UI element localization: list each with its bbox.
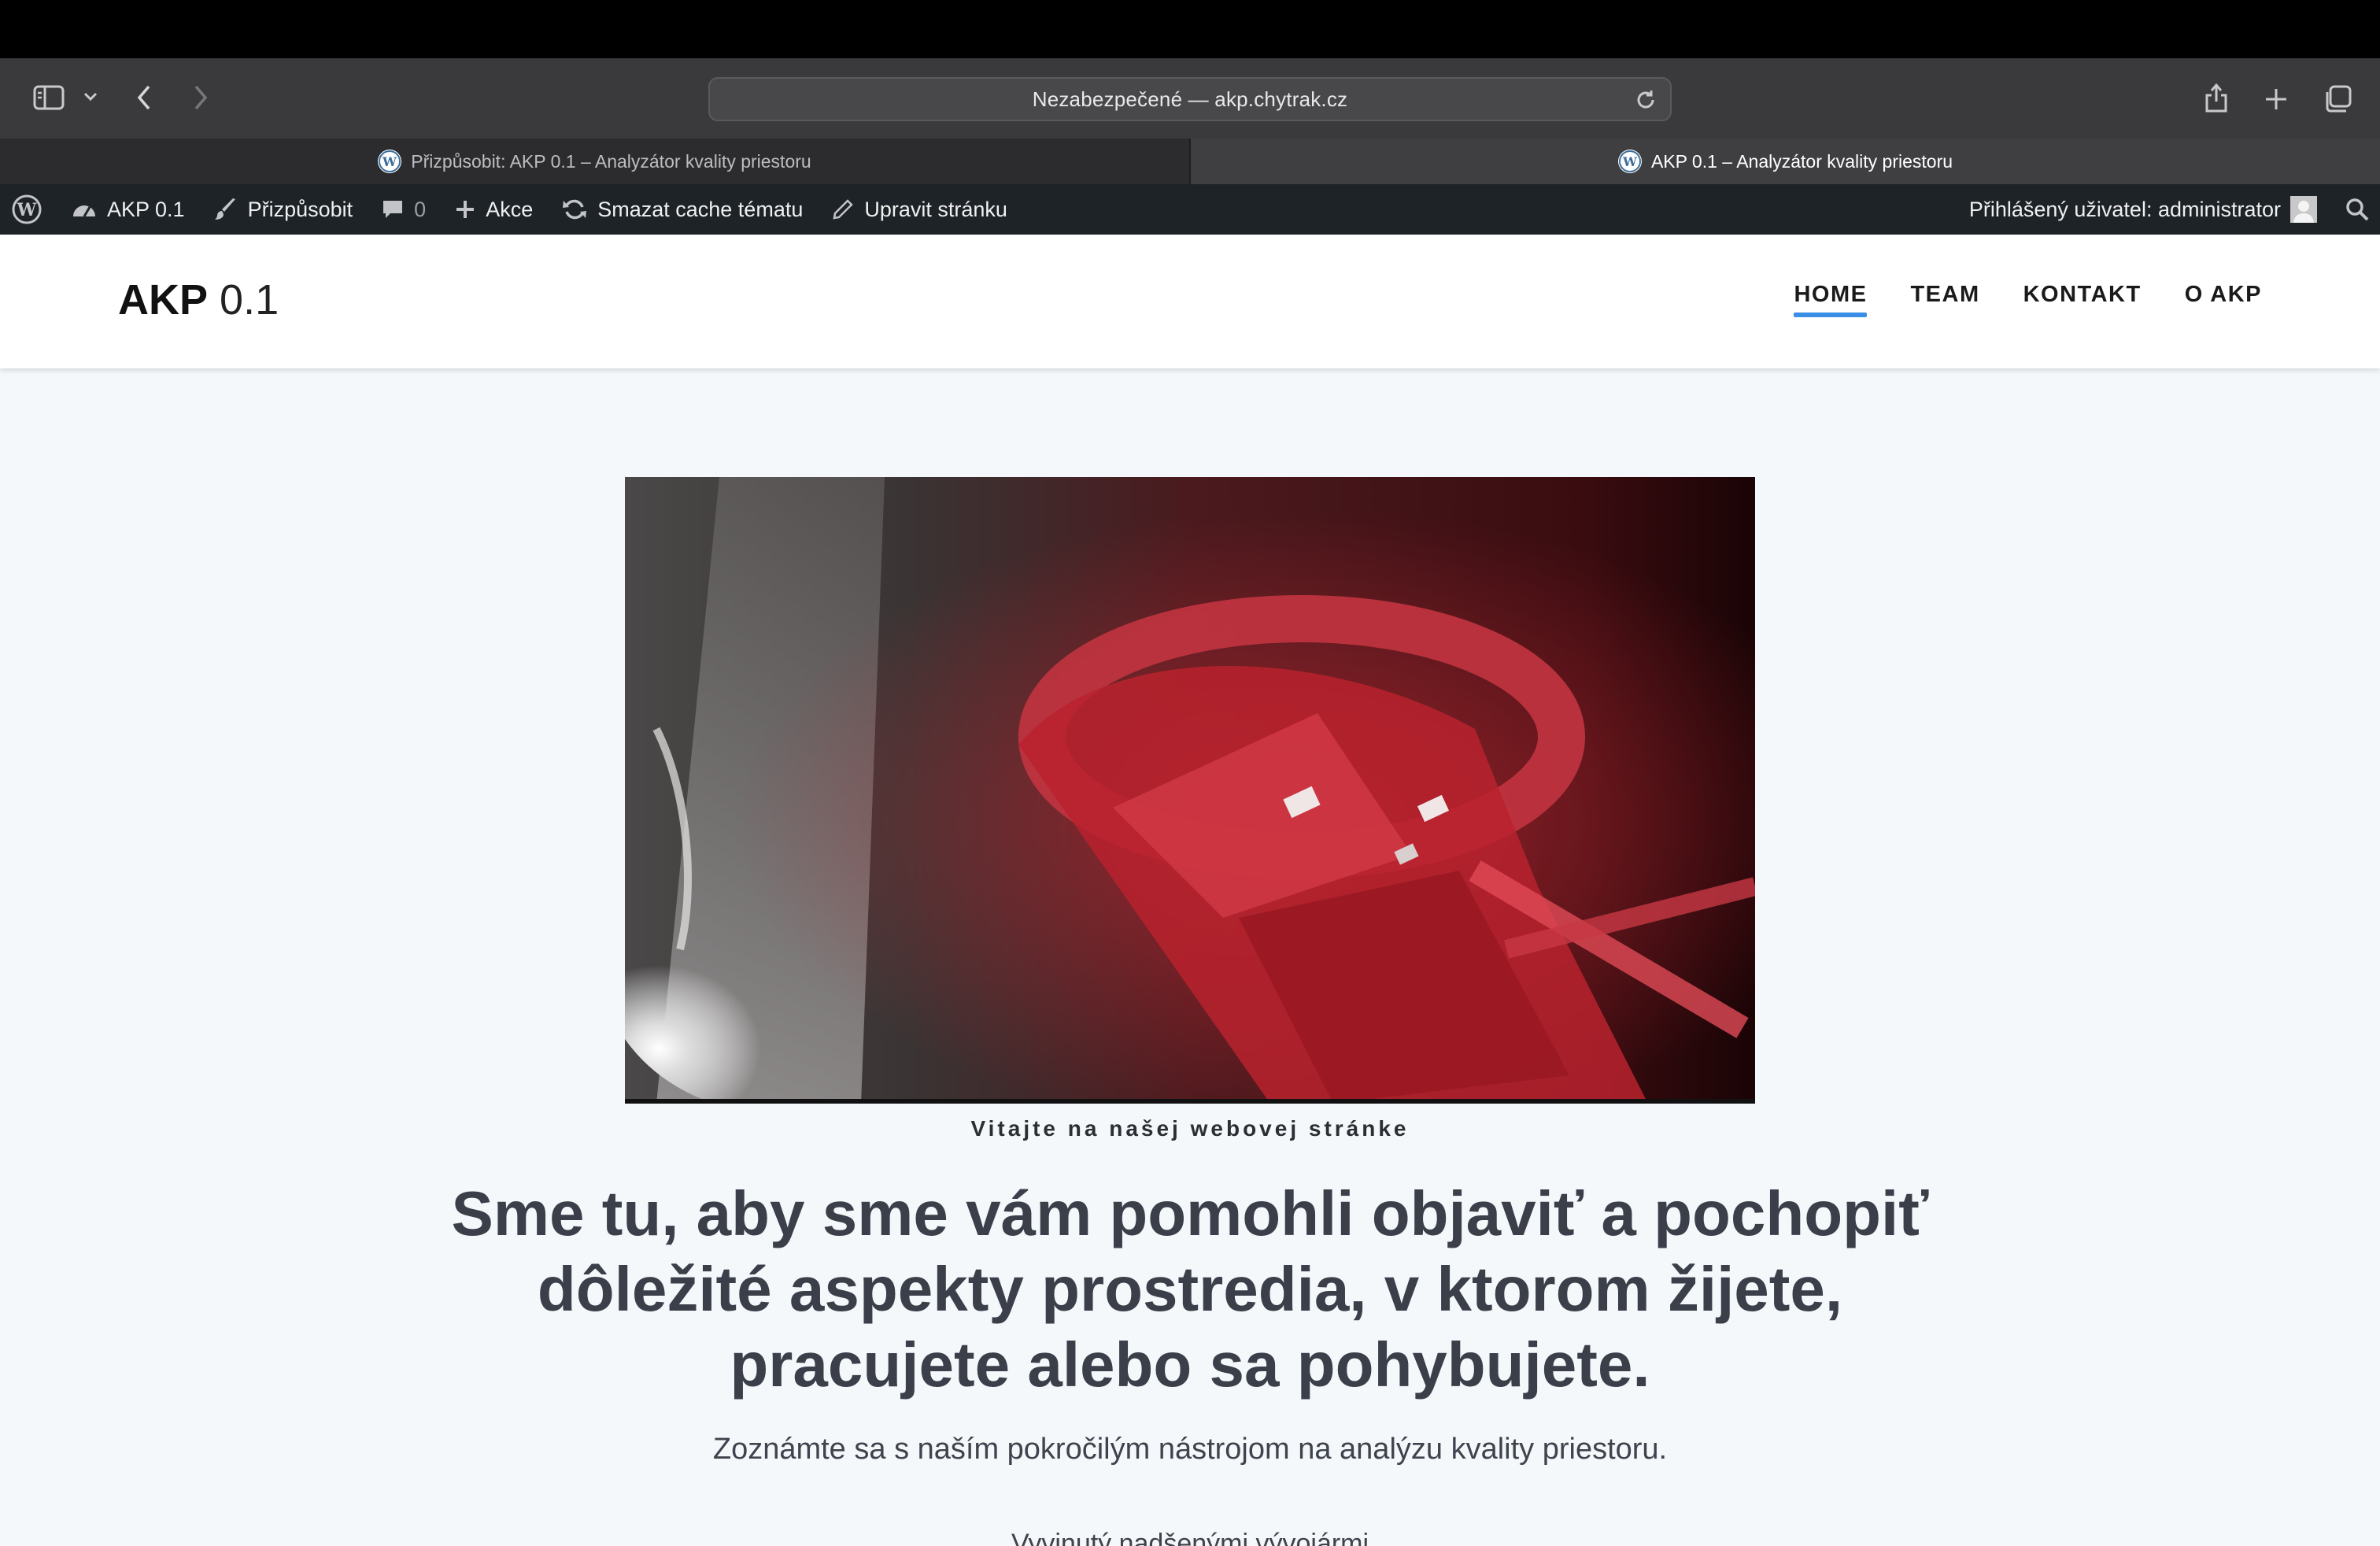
wordpress-logo-icon: W xyxy=(12,194,42,224)
wordpress-icon: W xyxy=(378,150,402,173)
hero-eyebrow: Vitajte na našej webovej stránke xyxy=(970,1116,1410,1141)
tab-label: AKP 0.1 – Analyzátor kvality priestoru xyxy=(1650,150,1953,172)
svg-text:W: W xyxy=(1622,154,1638,169)
pencil-icon xyxy=(833,199,854,220)
reload-icon[interactable] xyxy=(1634,88,1658,112)
wp-admin-bar: W AKP 0.1 Přizpůsobit 0 Akce Smazat cach… xyxy=(0,184,2380,235)
edit-page-label: Upravit stránku xyxy=(864,197,1007,221)
site-name-label: AKP 0.1 xyxy=(107,197,185,221)
forward-icon[interactable] xyxy=(189,82,213,113)
hero-subline: Zoznámte sa s naším pokročilým nástrojom… xyxy=(712,1433,1668,1466)
clear-cache-link[interactable]: Smazat cache tématu xyxy=(547,184,817,235)
address-bar[interactable]: Nezabezpečené — akp.chytrak.cz xyxy=(708,77,1672,121)
tab-overview-icon[interactable] xyxy=(2320,82,2355,117)
comments-count: 0 xyxy=(414,197,427,221)
nav-o-akp[interactable]: O AKP xyxy=(2185,282,2262,317)
back-icon[interactable] xyxy=(132,82,156,113)
browser-toolbar: Nezabezpečené — akp.chytrak.cz xyxy=(0,58,2380,139)
admin-bar-right: Přihlášený uživatel: administrator xyxy=(1955,184,2380,235)
clear-cache-label: Smazat cache tématu xyxy=(597,197,804,221)
comment-icon xyxy=(383,201,403,218)
site-logo[interactable]: AKP 0.1 xyxy=(118,276,279,324)
tab-site[interactable]: W AKP 0.1 – Analyzátor kvality priestoru xyxy=(1191,139,2380,184)
new-tab-icon[interactable] xyxy=(2260,83,2292,115)
tab-bar: W Přizpůsobit: AKP 0.1 – Analyzátor kval… xyxy=(0,139,2380,184)
brush-icon xyxy=(214,198,235,220)
new-content-label: Akce xyxy=(486,197,534,221)
tab-label: Přizpůsobit: AKP 0.1 – Analyzátor kvalit… xyxy=(411,150,811,172)
hero-cut-text: Vyvinutý nadšenými vývojármi xyxy=(1011,1530,1369,1546)
sidebar-toggle-icon[interactable] xyxy=(31,83,66,112)
search-icon xyxy=(2346,198,2369,221)
nav-team[interactable]: TEAM xyxy=(1910,282,1979,317)
edit-page-link[interactable]: Upravit stránku xyxy=(817,184,1022,235)
hero-image xyxy=(625,477,1755,1104)
os-menu-bar xyxy=(0,0,2380,58)
logo-bold: AKP xyxy=(118,276,209,324)
site-header: AKP 0.1 HOME TEAM KONTAKT O AKP xyxy=(0,235,2380,368)
site-name-menu[interactable]: AKP 0.1 xyxy=(57,184,199,235)
share-icon[interactable] xyxy=(2201,79,2232,117)
search-button[interactable] xyxy=(2331,184,2380,235)
nav-kontakt[interactable]: KONTAKT xyxy=(2023,282,2142,317)
nav-home[interactable]: HOME xyxy=(1794,282,1868,317)
wp-logo-menu[interactable]: W xyxy=(0,184,57,235)
customize-label: Přizpůsobit xyxy=(247,197,353,221)
main-navigation: HOME TEAM KONTAKT O AKP xyxy=(1794,282,2262,317)
user-account-menu[interactable]: Přihlášený uživatel: administrator xyxy=(1955,184,2331,235)
new-content-menu[interactable]: Akce xyxy=(440,184,547,235)
logo-version: 0.1 xyxy=(220,276,279,324)
hero-image-border xyxy=(625,1099,1755,1104)
wordpress-icon: W xyxy=(1617,150,1642,173)
user-greeting: Přihlášený uživatel: administrator xyxy=(1968,197,2281,221)
hero-headline: Sme tu, aby sme vám pomohli objaviť a po… xyxy=(451,1178,1929,1400)
address-text: Nezabezpečené — akp.chytrak.cz xyxy=(1032,87,1348,111)
avatar xyxy=(2290,196,2317,223)
chevron-down-icon[interactable] xyxy=(82,88,99,105)
customize-link[interactable]: Přizpůsobit xyxy=(199,184,368,235)
tab-customize[interactable]: W Přizpůsobit: AKP 0.1 – Analyzátor kval… xyxy=(0,139,1191,184)
refresh-icon xyxy=(563,199,587,220)
comments-link[interactable]: 0 xyxy=(367,184,440,235)
plus-icon xyxy=(456,201,475,218)
svg-text:W: W xyxy=(17,200,37,220)
svg-text:W: W xyxy=(382,154,397,169)
dashboard-icon xyxy=(73,205,95,217)
